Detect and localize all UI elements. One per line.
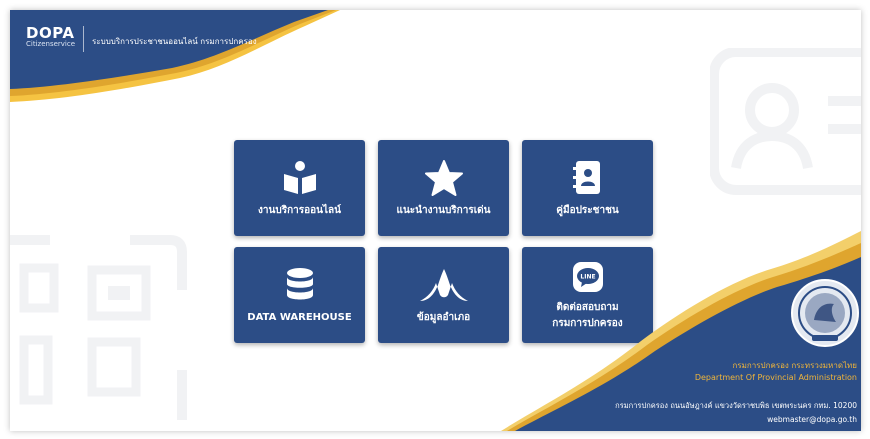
- page-frame: DOPA Citizenservice ระบบบริการประชาชนออน…: [10, 10, 861, 431]
- tile-label: แนะนำงานบริการเด่น: [396, 204, 491, 216]
- database-icon: [285, 266, 315, 304]
- qr-watermark-icon: [10, 235, 187, 420]
- footer-address: กรมการปกครอง ถนนอัษฎางค์ แขวงวัดราชบพิธ …: [615, 401, 857, 410]
- footer-org-english: Department Of Provincial Administration: [694, 373, 857, 382]
- id-card-watermark-icon: [710, 48, 861, 195]
- site-title: ระบบบริการประชาชนออนไลน์ กรมการปกครอง: [92, 37, 257, 46]
- star-icon: [424, 159, 463, 197]
- logo-subtitle: Citizenservice: [26, 40, 76, 48]
- tile-label: คู่มือประชาชน: [556, 204, 619, 216]
- footer-org-thai: กรมการปกครอง กระทรวงมหาดไทย: [732, 361, 858, 370]
- dopa-logo: DOPA: [26, 24, 75, 42]
- thai-roof-icon: [418, 266, 470, 304]
- tile-data-warehouse[interactable]: DATA WAREHOUSE: [234, 247, 365, 343]
- tile-district-info[interactable]: ข้อมูลอำเภอ: [378, 247, 509, 343]
- footer-email-link[interactable]: webmaster@dopa.go.th: [767, 415, 857, 424]
- tile-label: DATA WAREHOUSE: [247, 311, 352, 323]
- tile-label: งานบริการออนไลน์: [258, 204, 341, 216]
- tile-citizen-manual[interactable]: คู่มือประชาชน: [522, 140, 653, 236]
- dopa-seal-logo: [791, 279, 859, 347]
- brand[interactable]: DOPA Citizenservice ระบบบริการประชาชนออน…: [26, 26, 257, 52]
- address-book-icon: [572, 159, 604, 197]
- brand-divider: [83, 26, 85, 52]
- reading-book-icon: [282, 159, 318, 197]
- tile-featured-services[interactable]: แนะนำงานบริการเด่น: [378, 140, 509, 236]
- tile-online-services[interactable]: งานบริการออนไลน์: [234, 140, 365, 236]
- tile-label: ข้อมูลอำเภอ: [416, 311, 471, 323]
